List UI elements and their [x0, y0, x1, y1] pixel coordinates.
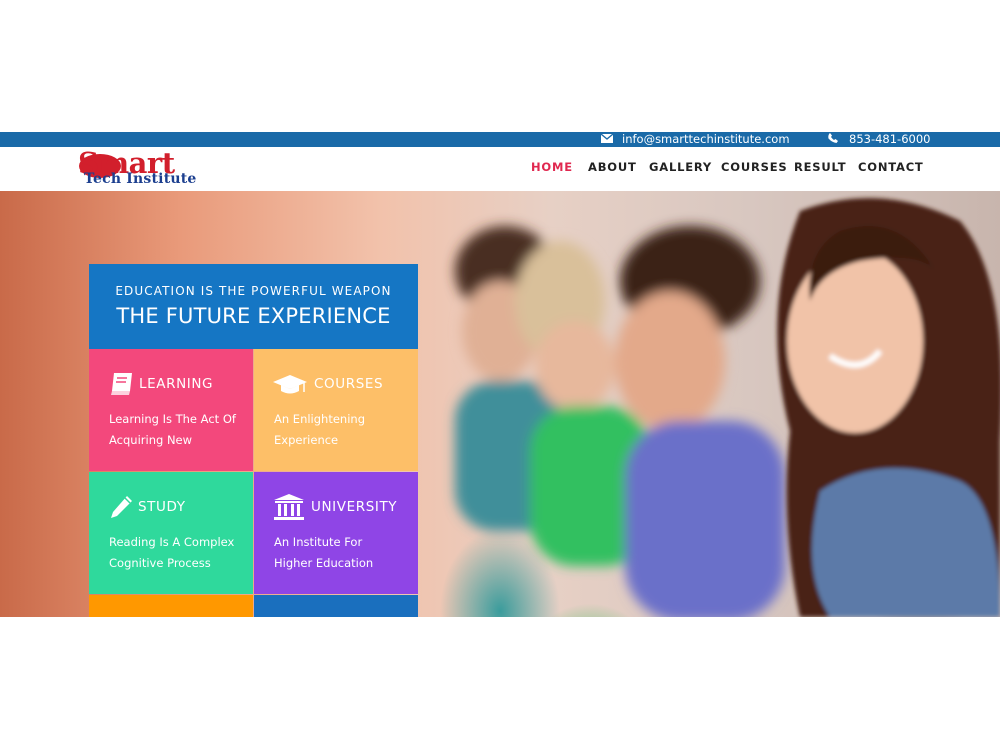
tile-study-desc-1: Reading Is A Complex — [109, 535, 235, 549]
nav-gallery[interactable]: GALLERY — [649, 160, 712, 174]
hero-title: THE FUTURE EXPERIENCE — [116, 304, 391, 328]
phone-link[interactable]: 853-481-6000 — [828, 132, 930, 147]
tile-learning[interactable]: LEARNING Learning Is The Act Of Acquirin… — [89, 349, 253, 471]
tile-learning-title: LEARNING — [139, 376, 214, 392]
institution-icon — [273, 494, 304, 520]
tile-courses-desc-2: Experience — [274, 433, 339, 447]
tile-university[interactable]: UNIVERSITY An Institute For Higher Educa… — [254, 472, 418, 594]
tile-university-desc-2: Higher Education — [274, 556, 374, 570]
phone-text: 853-481-6000 — [849, 132, 931, 146]
tile-courses[interactable]: COURSES An Enlightening Experience — [254, 349, 418, 471]
nav-courses[interactable]: COURSES — [721, 160, 787, 174]
nav-about[interactable]: ABOUT — [588, 160, 637, 174]
tile-partial-orange[interactable] — [89, 595, 253, 617]
nav-contact[interactable]: CONTACT — [858, 160, 924, 174]
tile-learning-desc-2: Acquiring New — [109, 433, 193, 447]
tile-study-title: STUDY — [138, 499, 186, 515]
logo-text-tech: Tech Institute — [84, 171, 197, 187]
tile-courses-desc-1: An Enlightening — [274, 412, 366, 426]
graduation-cap-icon — [273, 371, 307, 397]
tile-partial-blue[interactable] — [254, 595, 418, 617]
tile-university-title: UNIVERSITY — [311, 499, 398, 515]
logo[interactable]: Smart Tech Institute — [78, 146, 238, 189]
hero-panel-header: EDUCATION IS THE POWERFUL WEAPON THE FUT… — [89, 264, 418, 349]
email-text: info@smarttechinstitute.com — [622, 132, 790, 146]
nav-result[interactable]: RESULT — [794, 160, 846, 174]
hero-subtitle: EDUCATION IS THE POWERFUL WEAPON — [115, 284, 392, 298]
tile-learning-desc-1: Learning Is The Act Of — [109, 412, 236, 426]
top-contact-bar: info@smarttechinstitute.com 853-481-6000 — [0, 132, 1000, 147]
nav-home[interactable]: HOME — [531, 160, 573, 174]
book-icon — [108, 371, 136, 397]
pencil-icon — [108, 494, 136, 520]
tile-university-desc-1: An Institute For — [274, 535, 363, 549]
tile-courses-title: COURSES — [314, 376, 384, 392]
tile-study-desc-2: Cognitive Process — [109, 556, 211, 570]
envelope-icon — [600, 133, 615, 148]
phone-icon — [828, 133, 842, 148]
tile-study[interactable]: STUDY Reading Is A Complex Cognitive Pro… — [89, 472, 253, 594]
email-link[interactable]: info@smarttechinstitute.com — [600, 132, 790, 148]
site-header: Smart Tech Institute HOME ABOUT GALLERY … — [0, 146, 1000, 192]
